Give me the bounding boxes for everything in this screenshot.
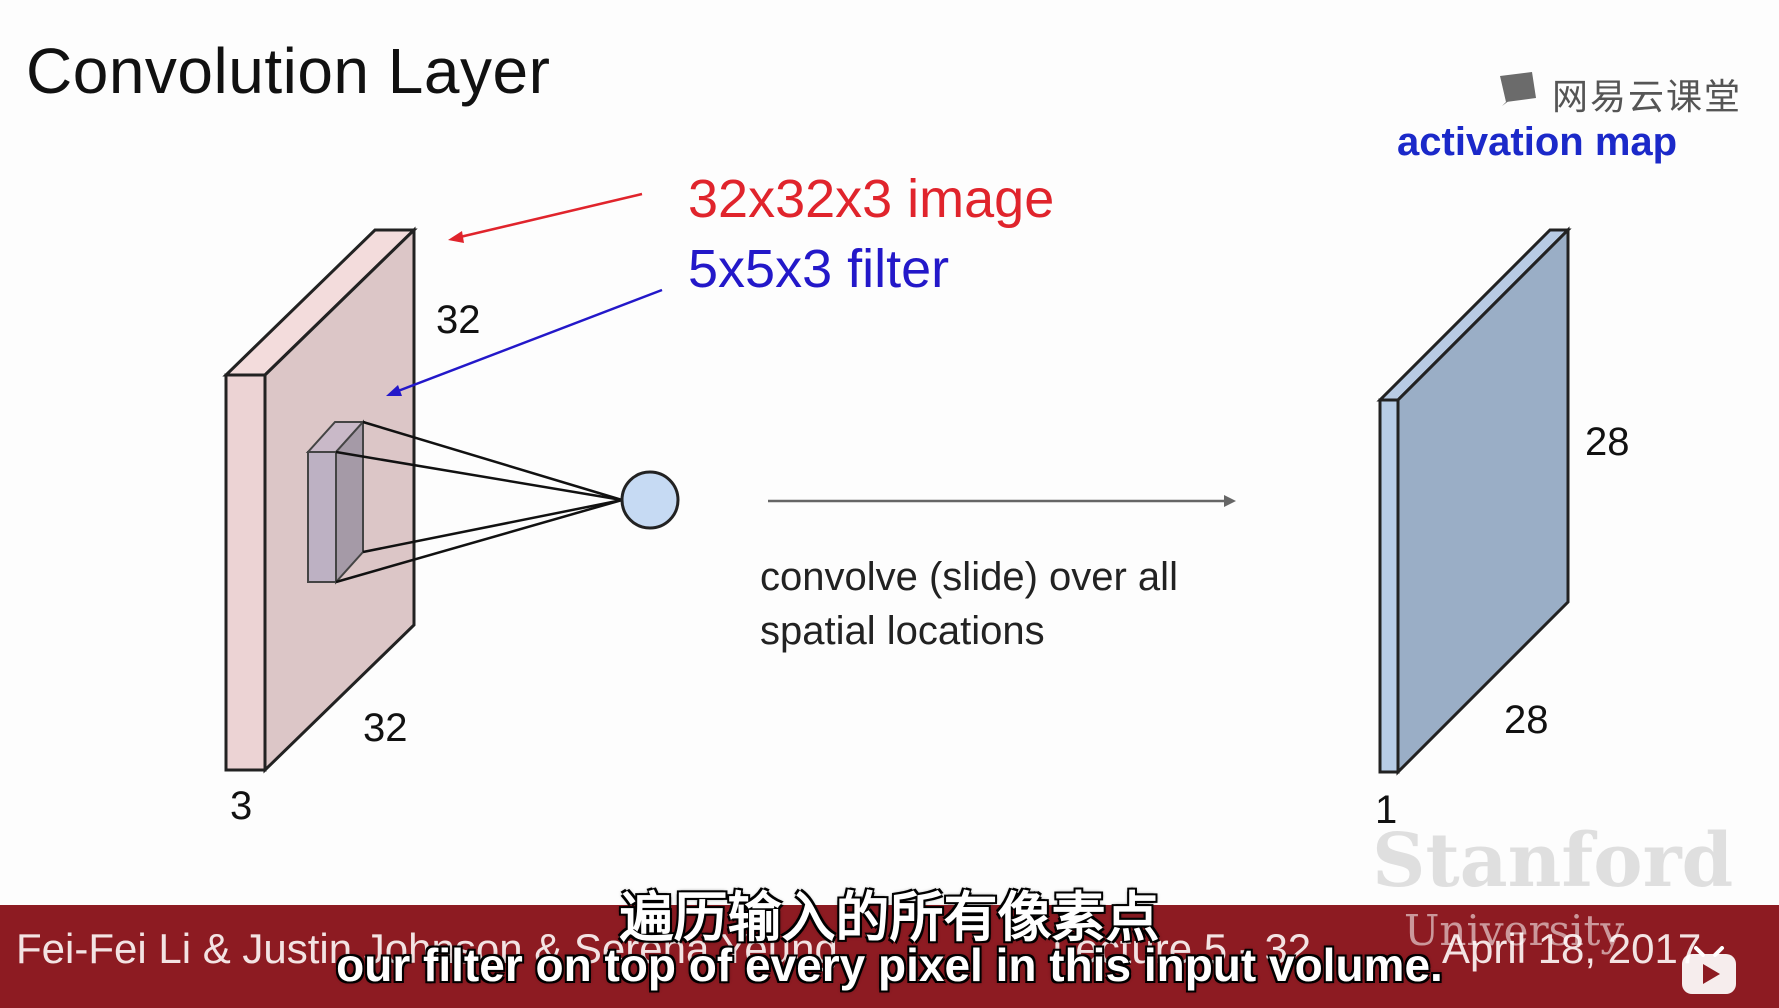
input-pointer-arrow xyxy=(448,192,643,243)
play-button-icon[interactable] xyxy=(1678,946,1740,998)
output-width-label: 28 xyxy=(1504,698,1549,742)
filter-cube xyxy=(305,419,366,585)
filter-pointer-arrow xyxy=(386,288,663,396)
subtitle-english: our filter on top of every pixel in this… xyxy=(336,939,1443,991)
input-height-label: 32 xyxy=(436,298,481,342)
convolve-caption: convolve (slide) over all spatial locati… xyxy=(760,555,1178,653)
neuron-node xyxy=(620,470,680,530)
convolution-diagram xyxy=(222,192,1572,776)
input-width-label: 32 xyxy=(363,706,408,750)
slide-arrow xyxy=(768,495,1236,507)
output-height-label: 28 xyxy=(1585,420,1630,464)
input-depth-label: 3 xyxy=(230,784,253,828)
slide: Convolution Layer 网易云课堂 activation map 3… xyxy=(0,0,1779,1008)
activation-volume xyxy=(1376,226,1572,776)
